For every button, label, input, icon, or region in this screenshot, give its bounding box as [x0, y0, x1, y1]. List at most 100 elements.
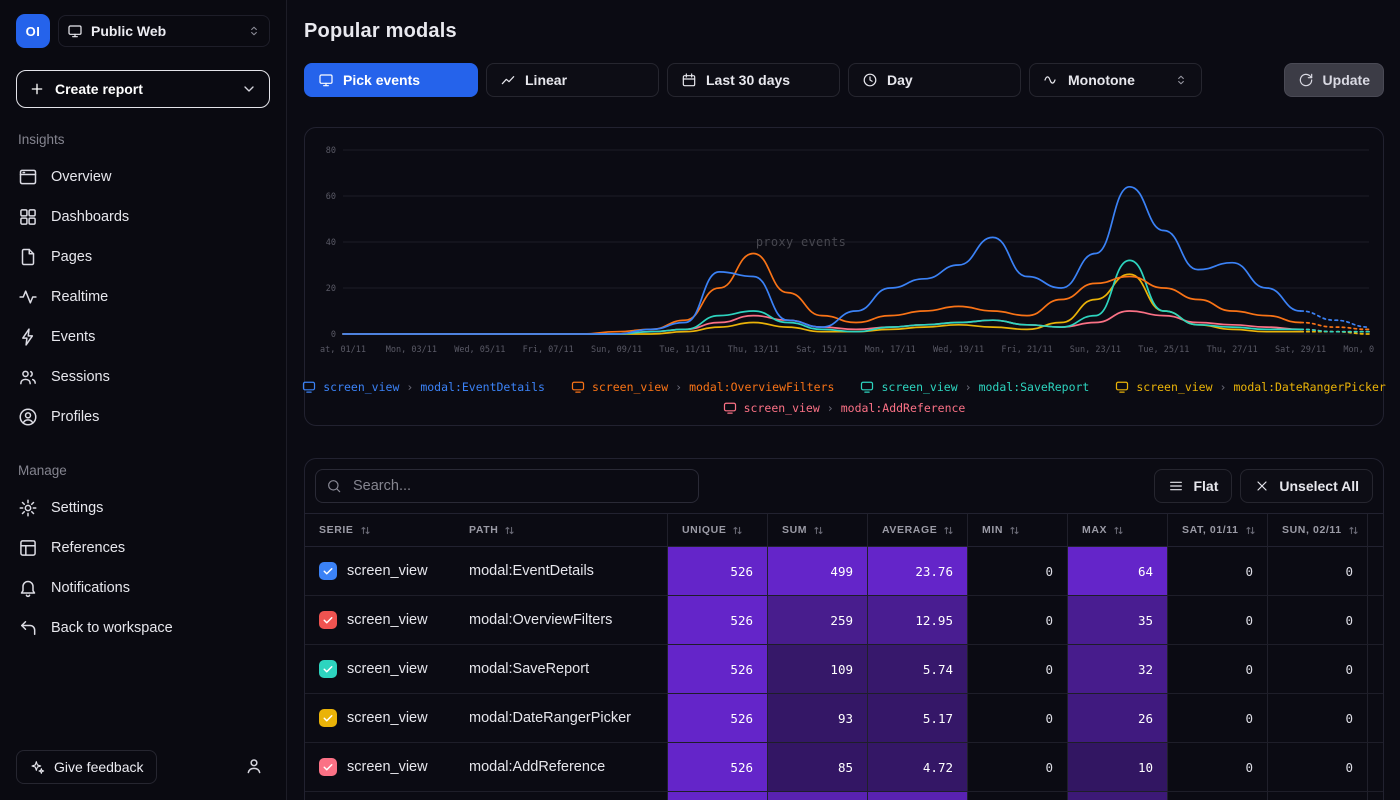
- svg-text:at, 01/11: at, 01/11: [320, 345, 366, 355]
- table-row[interactable]: screen_viewmodal:EventDetails52649923.76…: [305, 547, 1383, 596]
- col-header-max[interactable]: MAX: [1067, 513, 1167, 547]
- unselect-all-button[interactable]: Unselect All: [1240, 469, 1373, 503]
- col-header-label: SAT, 01/11: [1182, 524, 1239, 536]
- table-row[interactable]: screen_viewmodal:DateRangerPicker526935.…: [305, 694, 1383, 743]
- sidebar-item-label: References: [51, 540, 125, 556]
- col-header-path[interactable]: PATH: [455, 513, 667, 547]
- cell-spacer: [1367, 694, 1384, 742]
- col-header-sun[interactable]: SUN, 02/11: [1267, 513, 1367, 547]
- row-checkbox[interactable]: [319, 758, 337, 776]
- chart-svg: 020406080at, 01/11Mon, 03/11Wed, 05/11Fr…: [313, 136, 1375, 370]
- sidebar-item-realtime[interactable]: Realtime: [16, 277, 270, 317]
- sidebar-item-notifications[interactable]: Notifications: [16, 568, 270, 608]
- create-report-label: Create report: [55, 81, 143, 97]
- cell-sun: 0: [1267, 596, 1367, 644]
- sidebar-nav: InsightsOverviewDashboardsPagesRealtimeE…: [16, 132, 270, 648]
- sidebar-item-references[interactable]: References: [16, 528, 270, 568]
- table-row[interactable]: screen_viewmodal:SaveReport5261095.74032…: [305, 645, 1383, 694]
- sidebar-item-profiles[interactable]: Profiles: [16, 397, 270, 437]
- col-header-sat[interactable]: SAT, 01/11: [1167, 513, 1267, 547]
- sidebar: OI Public Web Create report InsightsOver…: [0, 0, 287, 800]
- svg-text:Fri, 21/11: Fri, 21/11: [1001, 345, 1052, 355]
- dashboards-icon: [18, 207, 38, 227]
- flat-toggle-button[interactable]: Flat: [1154, 469, 1232, 503]
- cell-average: 23.76: [867, 547, 967, 595]
- interpolation-select[interactable]: Monotone: [1029, 63, 1202, 97]
- legend-item[interactable]: screen_view›modal:SaveReport: [860, 380, 1089, 394]
- search-box[interactable]: [315, 469, 699, 503]
- row-checkbox[interactable]: [319, 709, 337, 727]
- app-logo[interactable]: OI: [16, 14, 50, 48]
- cell-min: 0: [967, 645, 1067, 693]
- sidebar-item-label: Realtime: [51, 289, 108, 305]
- cell-path: modal:EventDetails: [455, 547, 667, 595]
- sidebar-item-label: Overview: [51, 169, 111, 185]
- feedback-label: Give feedback: [54, 759, 144, 775]
- sidebar-item-label: Notifications: [51, 580, 130, 596]
- update-button[interactable]: Update: [1284, 63, 1384, 97]
- cell-sat: 0: [1167, 596, 1267, 644]
- interval-button[interactable]: Day: [848, 63, 1021, 97]
- cell-min: 0: [967, 547, 1067, 595]
- date-range-button[interactable]: Last 30 days: [667, 63, 840, 97]
- legend-item[interactable]: screen_view›modal:AddReference: [723, 401, 966, 415]
- col-header-label: UNIQUE: [682, 524, 726, 536]
- col-header-min[interactable]: MIN: [967, 513, 1067, 547]
- give-feedback-button[interactable]: Give feedback: [16, 750, 157, 784]
- cell-spacer: [1367, 596, 1384, 644]
- cell-serie: screen_view: [305, 645, 455, 693]
- cell-unique: 526: [667, 743, 767, 791]
- list-icon: [1168, 478, 1184, 494]
- user-menu-button[interactable]: [238, 752, 270, 783]
- legend-item[interactable]: screen_view›modal:OverviewFilters: [571, 380, 835, 394]
- cell-average: 12.95: [867, 596, 967, 644]
- table-actions: Flat Unselect All: [1154, 469, 1373, 503]
- chevron-right-icon: ›: [827, 401, 834, 415]
- realtime-icon: [18, 287, 38, 307]
- line-chart[interactable]: 020406080at, 01/11Mon, 03/11Wed, 05/11Fr…: [313, 136, 1375, 373]
- serie-label: screen_view: [347, 710, 428, 726]
- sidebar-item-settings[interactable]: Settings: [16, 488, 270, 528]
- sidebar-item-sessions[interactable]: Sessions: [16, 357, 270, 397]
- cell-max: 32: [1067, 645, 1167, 693]
- search-input[interactable]: [351, 477, 688, 495]
- sidebar-item-back-to-workspace[interactable]: Back to workspace: [16, 608, 270, 648]
- table-row[interactable]: screen_viewmodal:OverviewFilters52625912…: [305, 596, 1383, 645]
- chart-type-button[interactable]: Linear: [486, 63, 659, 97]
- svg-text:Sat, 15/11: Sat, 15/11: [796, 345, 847, 355]
- sidebar-item-dashboards[interactable]: Dashboards: [16, 197, 270, 237]
- table-row[interactable]: screen_viewmodal:AddReference526854.7201…: [305, 743, 1383, 792]
- toolbar: Pick events Linear Last 30 days Day Mono…: [304, 63, 1384, 97]
- col-header-average[interactable]: AVERAGE: [867, 513, 967, 547]
- sidebar-item-pages[interactable]: Pages: [16, 237, 270, 277]
- screen-icon: [318, 72, 334, 88]
- user-icon: [244, 756, 264, 776]
- col-header-serie[interactable]: SERIE: [305, 513, 455, 547]
- svg-text:Fri, 07/11: Fri, 07/11: [523, 345, 574, 355]
- sidebar-item-label: Pages: [51, 249, 92, 265]
- row-checkbox[interactable]: [319, 611, 337, 629]
- sort-icon: [813, 525, 824, 536]
- cell-unique: 526: [667, 596, 767, 644]
- screen-icon: [860, 380, 874, 394]
- pick-events-button[interactable]: Pick events: [304, 63, 478, 97]
- col-header-label: PATH: [469, 524, 498, 536]
- row-checkbox[interactable]: [319, 562, 337, 580]
- col-header-unique[interactable]: UNIQUE: [667, 513, 767, 547]
- flat-label: Flat: [1193, 478, 1218, 494]
- sidebar-item-label: Profiles: [51, 409, 99, 425]
- create-report-button[interactable]: Create report: [16, 70, 270, 108]
- row-checkbox[interactable]: [319, 660, 337, 678]
- workspace-selector[interactable]: Public Web: [58, 15, 270, 47]
- sparkles-icon: [29, 759, 45, 775]
- workspace-row: OI Public Web: [16, 14, 270, 48]
- legend-item[interactable]: screen_view›modal:EventDetails: [302, 380, 545, 394]
- svg-text:Wed, 05/11: Wed, 05/11: [454, 345, 505, 355]
- col-header-sum[interactable]: SUM: [767, 513, 867, 547]
- line-chart-icon: [500, 72, 516, 88]
- page-title: Popular modals: [304, 18, 1384, 44]
- table-row-clipped[interactable]: [305, 792, 1383, 800]
- sidebar-item-overview[interactable]: Overview: [16, 157, 270, 197]
- legend-item[interactable]: screen_view›modal:DateRangerPicker: [1115, 380, 1385, 394]
- sidebar-item-events[interactable]: Events: [16, 317, 270, 357]
